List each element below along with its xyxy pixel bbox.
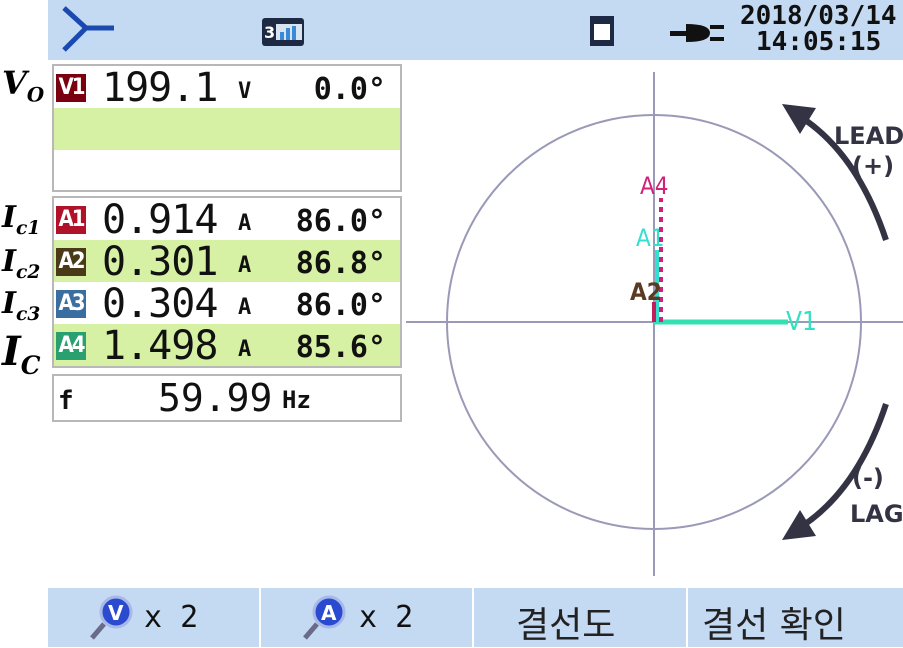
current-panel: A1 0.914 A 86.0° A2 0.301 A 86.8° A3 0.3… (52, 196, 402, 368)
side-label-ic2: Ic2 (2, 244, 41, 283)
frequency-panel: f 59.99 Hz (52, 374, 402, 422)
current-badge-a4: A4 (56, 332, 86, 360)
sd-card-icon (590, 16, 614, 46)
current-zoom-icon: A (303, 595, 346, 640)
svg-text:3: 3 (264, 23, 275, 42)
current-unit-a1: A (238, 211, 252, 236)
vector-label-v1: V1 (786, 307, 817, 337)
vector-label-a2: A2 (630, 278, 662, 306)
current-badge-a3: A3 (56, 290, 86, 318)
lead-label: LEAD (834, 122, 903, 150)
current-angle-a1: 86.0° (295, 204, 386, 239)
wiring-check-button[interactable]: 결선 확인 (686, 588, 903, 647)
frequency-unit: Hz (282, 386, 311, 414)
frequency-label: f (58, 386, 74, 416)
voltage-zoom-button[interactable]: V x 2 (48, 588, 259, 647)
voltage-angle: 0.0° (313, 72, 386, 107)
lag-arrowhead-icon (782, 510, 816, 540)
side-label-vo: VO (2, 64, 45, 107)
current-row-a3: A3 0.304 A 86.0° (54, 281, 400, 327)
current-value-a1: 0.914 (102, 197, 218, 243)
3p-mode-icon: 3 (262, 18, 304, 46)
current-row-a2: A2 0.301 A 86.8° (54, 239, 400, 285)
current-badge-a2: A2 (56, 248, 86, 276)
function-key-bar: V x 2 A x 2 결선도 결선 확인 (48, 588, 903, 647)
vector-diagram: V1 A4 A1 A2 LEAD (+) (-) LAG (406, 72, 903, 576)
current-value-a4: 1.498 (102, 323, 218, 369)
voltage-row-empty-2 (54, 150, 400, 192)
lag-sign: (-) (852, 464, 884, 492)
voltage-row-v1: V1 199.1 V 0.0° (54, 65, 400, 111)
lead-arrowhead-icon (782, 104, 816, 134)
current-unit-a3: A (238, 295, 252, 320)
frequency-value: 59.99 (158, 376, 273, 420)
voltage-zoom-letter: V (108, 601, 124, 625)
current-angle-a4: 85.6° (295, 330, 386, 365)
voltage-zoom-icon: V (90, 595, 133, 640)
vector-label-a1: A1 (636, 224, 665, 252)
wiring-diagram-label: 결선도 (516, 605, 616, 646)
current-angle-a2: 86.8° (295, 246, 386, 281)
current-zoom-button[interactable]: A x 2 (259, 588, 472, 647)
lead-sign: (+) (852, 152, 894, 180)
voltage-row-empty-1 (54, 108, 400, 150)
current-zoom-label: x 2 (359, 600, 414, 635)
current-value-a2: 0.301 (102, 239, 218, 285)
power-plug-icon (670, 24, 724, 42)
current-row-a4: A4 1.498 A 85.6° (54, 323, 400, 369)
current-zoom-letter: A (321, 601, 337, 625)
voltage-value: 199.1 (102, 65, 218, 111)
current-unit-a4: A (238, 337, 252, 362)
current-value-a3: 0.304 (102, 281, 218, 327)
current-badge-a1: A1 (56, 206, 86, 234)
voltage-unit: V (238, 79, 252, 104)
voltage-panel: V1 199.1 V 0.0° (52, 64, 402, 192)
wiring-diagram-button[interactable]: 결선도 (472, 588, 686, 647)
side-label-ic3: Ic3 (2, 286, 41, 325)
current-row-a1: A1 0.914 A 86.0° (54, 197, 400, 243)
datetime-date: 2018/03/14 (740, 1, 897, 31)
vector-label-a4: A4 (640, 172, 669, 200)
voltage-badge-v1: V1 (56, 74, 86, 102)
current-unit-a2: A (238, 253, 252, 278)
voltage-zoom-label: x 2 (144, 600, 199, 635)
current-angle-a3: 86.0° (295, 288, 386, 323)
three-phase-wye-icon (62, 6, 114, 52)
side-label-ic1: Ic1 (2, 200, 41, 239)
datetime-time: 14:05:15 (756, 27, 882, 57)
lag-label: LAG (850, 500, 903, 528)
wiring-check-label: 결선 확인 (702, 605, 846, 646)
side-label-ic: IC (2, 328, 41, 380)
